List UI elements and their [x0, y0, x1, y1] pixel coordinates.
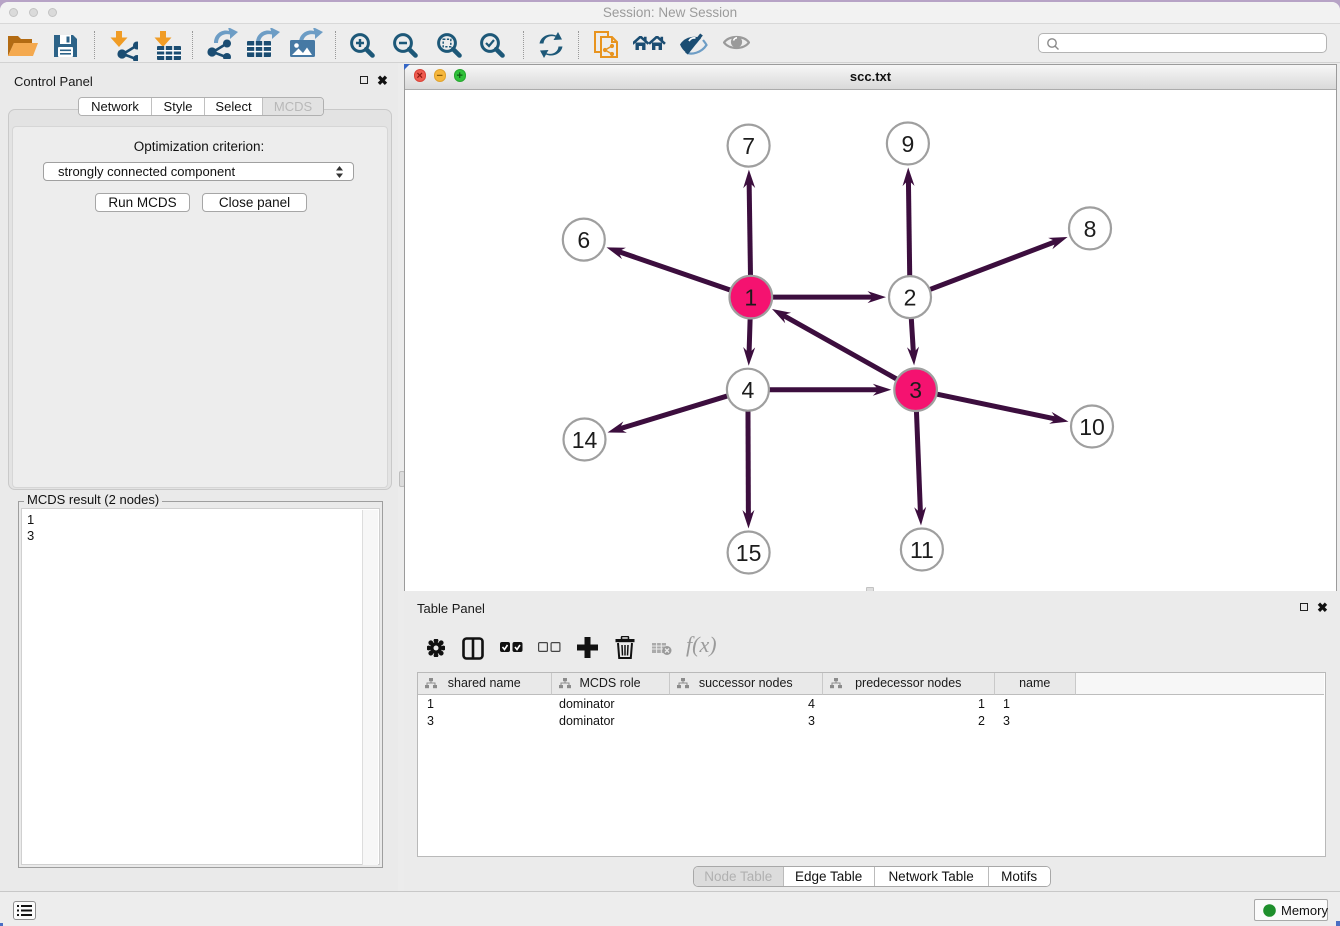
svg-text:11: 11 — [910, 537, 934, 563]
svg-text:10: 10 — [1079, 414, 1105, 440]
svg-text:15: 15 — [736, 540, 762, 566]
svg-text:1: 1 — [744, 285, 757, 311]
svg-text:14: 14 — [572, 427, 598, 453]
svg-text:8: 8 — [1084, 216, 1097, 242]
svg-text:7: 7 — [742, 133, 755, 159]
svg-text:6: 6 — [577, 227, 590, 253]
svg-text:4: 4 — [742, 377, 755, 403]
svg-text:3: 3 — [909, 377, 922, 403]
svg-text:9: 9 — [902, 131, 915, 157]
svg-text:2: 2 — [904, 285, 917, 311]
